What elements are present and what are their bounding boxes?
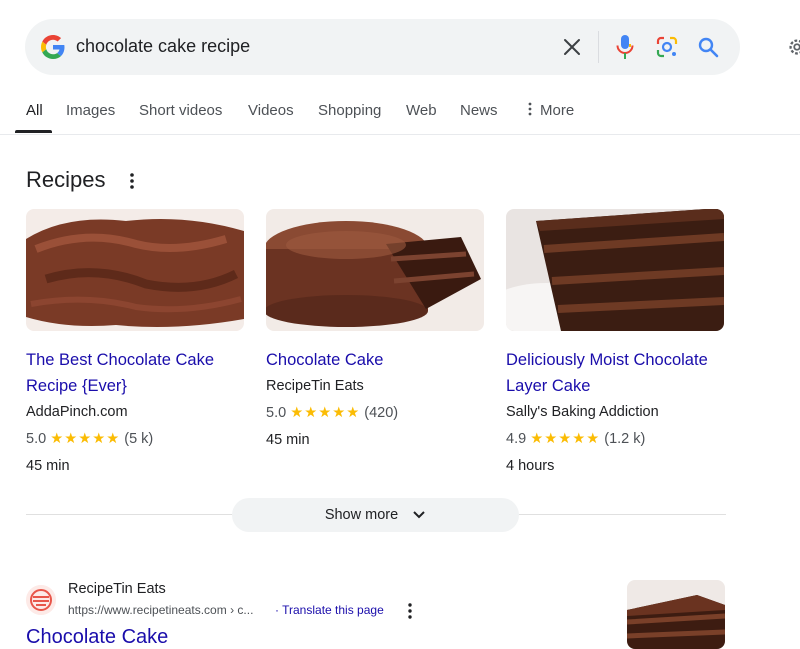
more-vert-icon (528, 102, 532, 116)
tab-images[interactable]: Images (66, 102, 115, 119)
tabs-divider (0, 134, 800, 135)
mic-icon[interactable] (613, 34, 637, 60)
rating-value: 4.9 (506, 431, 527, 447)
tab-shopping[interactable]: Shopping (318, 102, 381, 119)
recipe-source: Sally's Baking Addiction (506, 404, 659, 420)
rating-value: 5.0 (266, 405, 287, 421)
tab-more-label: More (540, 102, 575, 119)
search-tabs: All Images Short videos Videos Shopping … (0, 96, 800, 134)
tab-all[interactable]: All (26, 102, 43, 119)
recipe-source: RecipeTin Eats (266, 378, 364, 394)
search-bar[interactable]: chocolate cake recipe (25, 19, 740, 75)
result-site-name[interactable]: RecipeTin Eats (68, 581, 166, 597)
tab-short-videos[interactable]: Short videos (139, 102, 222, 119)
google-logo-icon (41, 35, 65, 59)
recipe-rating: 4.9 ★★★★★ (1.2 k) (506, 428, 724, 450)
active-tab-indicator (15, 130, 52, 133)
review-count: (5 k) (124, 431, 154, 447)
result-title-link[interactable]: Chocolate Cake (26, 626, 168, 649)
tab-web[interactable]: Web (406, 102, 437, 119)
recipe-time: 45 min (26, 458, 70, 474)
tab-more[interactable]: More (526, 102, 574, 119)
recipe-title-link[interactable]: The Best Chocolate Cake Recipe {Ever} (26, 347, 244, 399)
tab-news[interactable]: News (460, 102, 498, 119)
recipe-time: 4 hours (506, 458, 555, 474)
star-rating-icon: ★★★★★ (530, 431, 601, 447)
recipe-image-sliced-cake[interactable] (266, 209, 484, 331)
result-url[interactable]: https://www.recipetineats.com › c... (68, 603, 253, 617)
chevron-down-icon (413, 511, 425, 519)
recipe-rating: 5.0 ★★★★★ (420) (266, 402, 484, 424)
translate-link[interactable]: · Translate this page (275, 603, 384, 617)
tab-videos[interactable]: Videos (248, 102, 294, 119)
recipe-source: AddaPinch.com (26, 404, 128, 420)
site-favicon-icon (26, 585, 56, 615)
lens-icon[interactable] (655, 35, 679, 59)
settings-icon[interactable] (786, 36, 800, 58)
recipe-card[interactable]: Chocolate Cake RecipeTin Eats 5.0 ★★★★★ … (266, 209, 484, 451)
recipe-card[interactable]: The Best Chocolate Cake Recipe {Ever} Ad… (26, 209, 244, 477)
clear-icon[interactable] (560, 35, 584, 59)
recipes-menu-icon[interactable] (123, 170, 141, 192)
star-rating-icon: ★★★★★ (290, 405, 361, 421)
recipe-rating: 5.0 ★★★★★ (5 k) (26, 428, 244, 450)
recipe-card[interactable]: Deliciously Moist Chocolate Layer Cake S… (506, 209, 724, 477)
recipes-heading: Recipes (26, 167, 106, 192)
star-rating-icon: ★★★★★ (50, 431, 121, 447)
recipe-title-link[interactable]: Chocolate Cake (266, 347, 484, 373)
show-more-button[interactable]: Show more (232, 498, 519, 532)
rating-value: 5.0 (26, 431, 47, 447)
review-count: (420) (364, 405, 399, 421)
search-divider (598, 31, 599, 63)
result-menu-icon[interactable] (402, 601, 418, 621)
show-more-label: Show more (324, 507, 399, 523)
recipe-image-layer-cake-slice[interactable] (506, 209, 724, 331)
result-thumbnail-image[interactable] (627, 580, 725, 649)
recipe-image-frosted-cake[interactable] (26, 209, 244, 331)
search-input[interactable]: chocolate cake recipe (76, 36, 250, 57)
search-icon[interactable] (696, 35, 720, 59)
translate-link-label: Translate this page (282, 603, 384, 617)
recipe-time: 45 min (266, 432, 310, 448)
recipe-title-link[interactable]: Deliciously Moist Chocolate Layer Cake (506, 347, 724, 399)
review-count: (1.2 k) (604, 431, 646, 447)
